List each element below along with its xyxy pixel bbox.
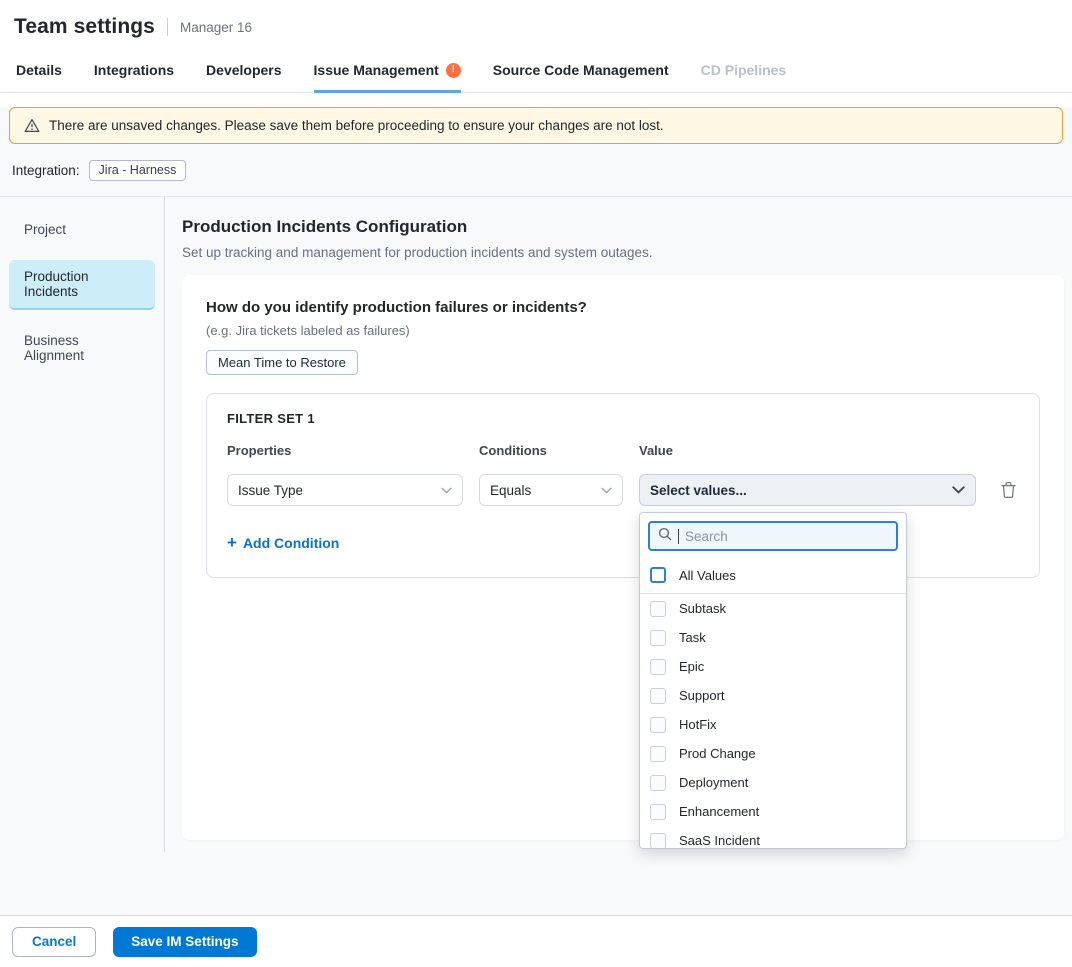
option-prod-change[interactable]: Prod Change <box>640 739 906 768</box>
checkbox[interactable] <box>650 717 666 733</box>
title-divider <box>167 18 168 36</box>
column-header-value: Value <box>639 443 976 458</box>
option-support[interactable]: Support <box>640 681 906 710</box>
checkbox[interactable] <box>650 601 666 617</box>
content-area: There are unsaved changes. Please save t… <box>0 107 1072 916</box>
unsaved-changes-badge-icon: ! <box>446 63 461 78</box>
footer-actions: Cancel Save IM Settings <box>0 916 1072 967</box>
checkbox[interactable] <box>650 630 666 646</box>
dropdown-search-input[interactable]: Search <box>648 521 898 551</box>
tab-integrations[interactable]: Integrations <box>94 51 174 93</box>
sidebar-item-project[interactable]: Project <box>9 213 155 246</box>
tab-bar: Details Integrations Developers Issue Ma… <box>0 51 1072 93</box>
checkbox[interactable] <box>650 833 666 849</box>
option-subtask[interactable]: Subtask <box>640 594 906 623</box>
all-values-checkbox[interactable] <box>650 567 666 583</box>
conditions-select-value: Equals <box>490 483 531 498</box>
banner-text: There are unsaved changes. Please save t… <box>49 118 664 133</box>
trash-icon <box>1000 481 1017 499</box>
text-cursor <box>678 529 679 544</box>
cancel-button[interactable]: Cancel <box>12 927 96 957</box>
checkbox[interactable] <box>650 659 666 675</box>
add-condition-label: Add Condition <box>243 535 339 551</box>
column-header-conditions: Conditions <box>479 443 623 458</box>
question-hint: (e.g. Jira tickets labeled as failures) <box>206 323 1040 338</box>
checkbox[interactable] <box>650 688 666 704</box>
option-hotfix[interactable]: HotFix <box>640 710 906 739</box>
value-multiselect-placeholder: Select values... <box>650 483 747 498</box>
page-header: Team settings Manager 16 <box>0 0 1072 51</box>
metric-chip-mean-time-to-restore[interactable]: Mean Time to Restore <box>206 350 358 375</box>
save-im-settings-button[interactable]: Save IM Settings <box>113 927 256 957</box>
sidebar-item-business-alignment[interactable]: Business Alignment <box>9 324 155 372</box>
properties-select-value: Issue Type <box>238 483 303 498</box>
section-title: Production Incidents Configuration <box>182 217 1064 237</box>
page-title: Team settings <box>14 15 155 39</box>
option-deployment[interactable]: Deployment <box>640 768 906 797</box>
column-header-properties: Properties <box>227 443 463 458</box>
section-subtitle: Set up tracking and management for produ… <box>182 245 1064 260</box>
checkbox[interactable] <box>650 804 666 820</box>
warning-triangle-icon <box>24 118 40 133</box>
value-dropdown: Search All Values Subtask Task Epic <box>639 512 907 849</box>
filter-set-card: FILTER SET 1 Properties Conditions Value… <box>206 393 1040 578</box>
tab-developers[interactable]: Developers <box>206 51 281 93</box>
incidents-sidebar: Project Production Incidents Business Al… <box>0 197 165 852</box>
option-epic[interactable]: Epic <box>640 652 906 681</box>
conditions-select[interactable]: Equals <box>479 474 623 506</box>
chevron-down-icon <box>952 486 965 494</box>
option-all-values[interactable]: All Values <box>640 559 906 594</box>
question-heading: How do you identify production failures … <box>206 299 1040 316</box>
integration-chip[interactable]: Jira - Harness <box>89 160 187 181</box>
settings-body: Project Production Incidents Business Al… <box>0 196 1072 852</box>
chevron-down-icon <box>601 487 612 494</box>
team-name: Manager 16 <box>180 20 252 35</box>
tab-issue-management[interactable]: Issue Management ! <box>314 51 461 93</box>
plus-icon: + <box>227 534 237 551</box>
filter-condition-row: Issue Type Equals <box>227 474 1019 506</box>
tab-issue-management-label: Issue Management <box>314 62 439 78</box>
checkbox[interactable] <box>650 746 666 762</box>
sidebar-item-production-incidents[interactable]: Production Incidents <box>9 260 155 310</box>
properties-select[interactable]: Issue Type <box>227 474 463 506</box>
search-placeholder: Search <box>685 529 728 544</box>
tab-details[interactable]: Details <box>16 51 62 93</box>
search-icon <box>658 527 672 546</box>
main-section: Production Incidents Configuration Set u… <box>165 197 1072 852</box>
tab-cd-pipelines: CD Pipelines <box>701 51 787 93</box>
value-multiselect[interactable]: Select values... <box>639 474 976 506</box>
add-condition-button[interactable]: + Add Condition <box>227 534 339 551</box>
checkbox[interactable] <box>650 775 666 791</box>
integration-row: Integration: Jira - Harness <box>0 144 1072 196</box>
unsaved-changes-banner: There are unsaved changes. Please save t… <box>9 107 1063 144</box>
filter-column-headers: Properties Conditions Value <box>227 443 1019 458</box>
delete-condition-button[interactable] <box>998 479 1019 501</box>
option-task[interactable]: Task <box>640 623 906 652</box>
option-enhancement[interactable]: Enhancement <box>640 797 906 826</box>
option-saas-incident[interactable]: SaaS Incident <box>640 826 906 849</box>
integration-label: Integration: <box>12 163 80 178</box>
tab-source-code-management[interactable]: Source Code Management <box>493 51 669 93</box>
chevron-down-icon <box>441 487 452 494</box>
filter-set-title: FILTER SET 1 <box>227 411 1019 426</box>
all-values-label: All Values <box>679 568 736 583</box>
dropdown-option-list: Subtask Task Epic Support HotFix Prod Ch… <box>640 594 906 849</box>
config-panel: How do you identify production failures … <box>182 275 1064 840</box>
